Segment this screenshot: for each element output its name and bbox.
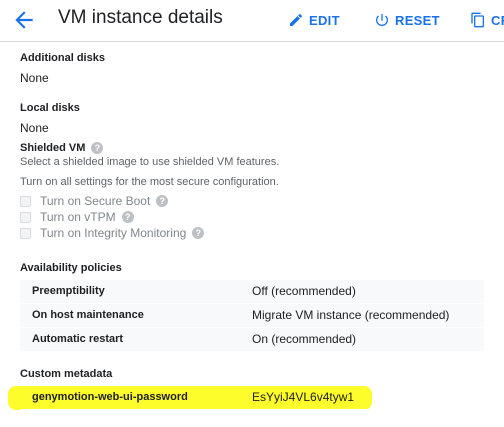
help-icon[interactable]: ? bbox=[121, 211, 134, 223]
page-title: VM instance details bbox=[58, 7, 223, 28]
additional-disks-value: None bbox=[20, 71, 49, 85]
row-value: On (recommended) bbox=[252, 332, 357, 346]
copy-icon bbox=[471, 12, 484, 28]
availability-policies-label: Availability policies bbox=[20, 262, 122, 274]
help-icon[interactable]: ? bbox=[156, 195, 169, 207]
help-icon[interactable]: ? bbox=[91, 142, 104, 155]
local-disks-value: None bbox=[20, 121, 49, 135]
metadata-value: EsYyiJ4VL6v4tyw1 bbox=[252, 390, 355, 404]
vtpm-checkbox[interactable] bbox=[20, 211, 31, 223]
back-arrow-icon[interactable] bbox=[11, 7, 37, 33]
shielded-vm-label: Shielded VM bbox=[20, 142, 86, 154]
row-key: Preemptibility bbox=[32, 285, 105, 297]
help-icon[interactable]: ? bbox=[192, 227, 205, 239]
custom-metadata-table: genymotion-web-ui-password EsYyiJ4VL6v4t… bbox=[20, 386, 484, 410]
secure-boot-label: Turn on Secure Boot bbox=[40, 194, 151, 208]
availability-table: Preemptibility Off (recommended) On host… bbox=[20, 280, 484, 352]
custom-metadata-label: Custom metadata bbox=[20, 368, 113, 380]
local-disks-label: Local disks bbox=[20, 102, 80, 114]
integrity-monitoring-checkbox[interactable] bbox=[20, 227, 31, 239]
shielded-vm-hint: Turn on all settings for the most secure… bbox=[20, 176, 279, 188]
integrity-monitoring-option: Turn on Integrity Monitoring ? bbox=[20, 226, 205, 240]
vtpm-label: Turn on vTPM bbox=[40, 210, 116, 224]
table-row: genymotion-web-ui-password EsYyiJ4VL6v4t… bbox=[20, 386, 484, 410]
table-row: Preemptibility Off (recommended) bbox=[20, 280, 484, 304]
row-value: Migrate VM instance (recommended) bbox=[252, 308, 450, 322]
power-icon bbox=[376, 14, 388, 26]
top-bar: VM instance details EDIT RESET CR bbox=[0, 0, 504, 42]
row-value: Off (recommended) bbox=[252, 284, 356, 298]
additional-disks-label: Additional disks bbox=[20, 52, 105, 64]
table-row: Automatic restart On (recommended) bbox=[20, 328, 484, 352]
reset-button[interactable]: RESET bbox=[374, 11, 440, 29]
shielded-vm-heading: Shielded VM? bbox=[20, 142, 104, 155]
vtpm-option: Turn on vTPM ? bbox=[20, 210, 134, 224]
integrity-monitoring-label: Turn on Integrity Monitoring bbox=[40, 226, 187, 240]
create-similar-label: CR bbox=[491, 12, 504, 28]
table-row: On host maintenance Migrate VM instance … bbox=[20, 304, 484, 328]
reset-label: RESET bbox=[395, 12, 440, 28]
row-key: Automatic restart bbox=[32, 333, 124, 345]
metadata-key: genymotion-web-ui-password bbox=[32, 391, 188, 403]
edit-label: EDIT bbox=[309, 12, 340, 28]
secure-boot-checkbox[interactable] bbox=[20, 195, 31, 207]
pencil-icon bbox=[290, 13, 303, 26]
create-similar-button[interactable]: CR bbox=[470, 11, 504, 29]
row-key: On host maintenance bbox=[32, 309, 144, 321]
secure-boot-option: Turn on Secure Boot ? bbox=[20, 194, 169, 208]
shielded-vm-description: Select a shielded image to use shielded … bbox=[20, 156, 280, 168]
edit-button[interactable]: EDIT bbox=[288, 11, 340, 29]
